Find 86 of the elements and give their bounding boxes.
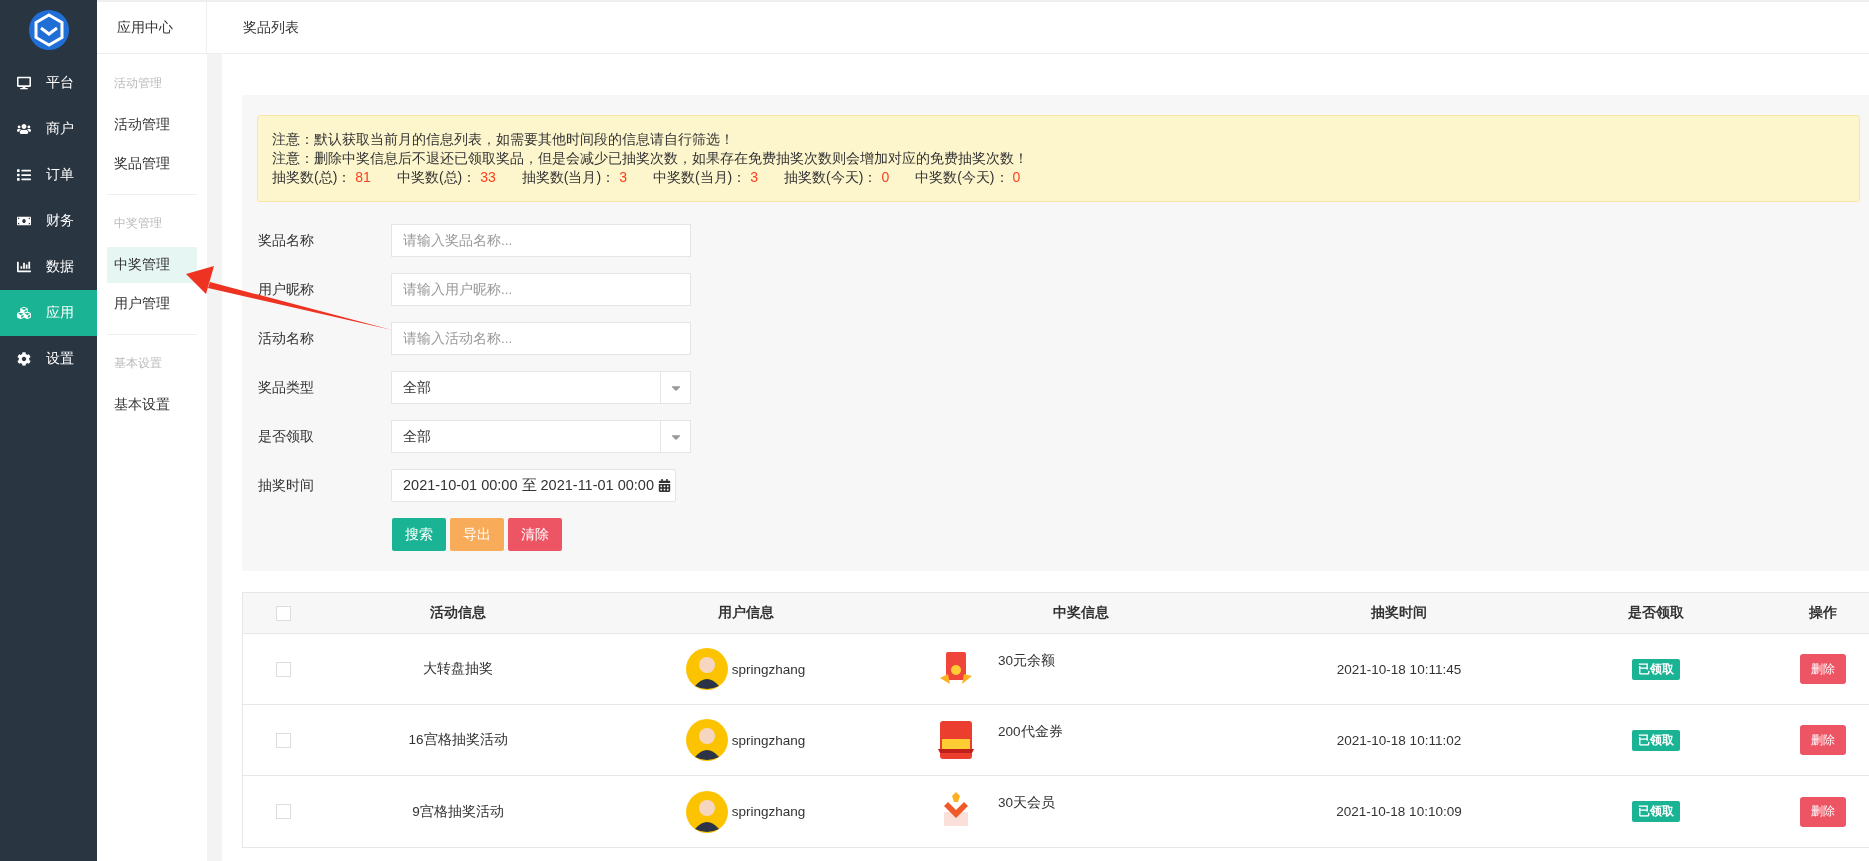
- checkbox[interactable]: [275, 661, 291, 677]
- notice-text: 注意：删除中奖信息后不退还已领取奖品，但是会减少已抽奖次数，如果存在免费抽奖次数则会增加对应的免费抽奖次数！: [272, 149, 1029, 168]
- stat-value: 3: [619, 168, 627, 187]
- avatar-icon: [685, 648, 728, 690]
- field-label: 用户昵称: [257, 280, 315, 299]
- table-cell: 2021-10-18 10:11:45: [1336, 661, 1462, 677]
- column-header: 是否领取: [1628, 604, 1684, 622]
- status-badge: 已领取: [1632, 658, 1680, 680]
- stat-value: 33: [480, 168, 496, 187]
- stat-label: 抽奖数(总)：: [272, 168, 352, 187]
- nav-item[interactable]: 活动管理: [107, 107, 197, 143]
- user-name: springzhang: [731, 804, 806, 819]
- monitor-icon: [16, 75, 32, 91]
- input-field[interactable]: 请输入用户昵称...: [391, 273, 691, 306]
- field-label: 奖品名称: [257, 231, 315, 250]
- sidebar-item-label: 平台: [46, 74, 74, 92]
- stat-label: 中奖数(总)：: [396, 168, 477, 187]
- column-header: 抽奖时间: [1371, 604, 1427, 622]
- nav-item[interactable]: 基本设置: [107, 387, 197, 423]
- select-field[interactable]: 全部: [391, 420, 691, 453]
- field-label: 奖品类型: [257, 378, 315, 397]
- input-field[interactable]: 请输入奖品名称...: [391, 224, 691, 257]
- stat-value: 3: [750, 168, 759, 187]
- prize-name: 30天会员: [998, 794, 1056, 812]
- sidebar-item-label: 设置: [46, 350, 74, 368]
- status-badge: 已领取: [1632, 729, 1680, 751]
- sidebar-item[interactable]: 商户: [0, 106, 97, 152]
- sidebar-item[interactable]: 订单: [0, 152, 97, 198]
- prize-name: 30元余额: [998, 652, 1056, 670]
- input-field[interactable]: 请输入活动名称...: [391, 322, 691, 355]
- table-cell: 2021-10-18 10:11:02: [1336, 732, 1462, 748]
- nav-group-title: 活动管理: [113, 74, 163, 92]
- list-icon: [16, 167, 32, 183]
- checkbox[interactable]: [275, 732, 291, 748]
- stat-label: 中奖数(当月)：: [652, 168, 747, 187]
- table-cell: 9宫格抽奖活动: [412, 802, 504, 821]
- calendar-icon: [657, 479, 671, 492]
- stat-value: 81: [355, 168, 371, 187]
- settings-icon: [16, 351, 32, 367]
- column-header: 操作: [1809, 604, 1837, 622]
- sidebar-item[interactable]: 数据: [0, 244, 97, 290]
- field-label: 活动名称: [257, 329, 315, 348]
- avatar-icon: [685, 719, 728, 761]
- cubes-icon: [16, 305, 32, 321]
- table-cell: 2021-10-18 10:10:09: [1336, 804, 1462, 819]
- nav-group-title: 基本设置: [113, 354, 163, 372]
- field-label: 抽奖时间: [257, 476, 315, 495]
- sidebar-item-label: 财务: [46, 212, 74, 230]
- nav-group-title: 中奖管理: [113, 214, 163, 232]
- date-range-field[interactable]: 2021-10-01 00:00 至 2021-11-01 00:00: [391, 469, 676, 502]
- users-icon: [16, 121, 32, 137]
- stat-label: 抽奖数(今天)：: [784, 168, 878, 187]
- section-title[interactable]: 应用中心: [97, 2, 207, 53]
- sidebar-item-label: 应用: [46, 304, 74, 322]
- bar-chart-icon: [16, 259, 32, 275]
- table-cell: 16宫格抽奖活动: [408, 731, 508, 749]
- sidebar-item[interactable]: 平台: [0, 60, 97, 106]
- sidebar-item-label: 数据: [46, 258, 74, 276]
- stat-value: 0: [1012, 168, 1021, 187]
- status-badge: 已领取: [1632, 801, 1680, 822]
- stat-value: 0: [881, 168, 890, 187]
- notice-text: 注意：默认获取当前月的信息列表，如需要其他时间段的信息请自行筛选！: [272, 130, 735, 149]
- sidebar-item-label: 订单: [46, 166, 74, 184]
- prize-name: 200代金券: [998, 723, 1063, 741]
- sidebar-item[interactable]: 设置: [0, 336, 97, 382]
- sidebar-item[interactable]: 财务: [0, 198, 97, 244]
- stat-label: 抽奖数(当月)：: [521, 168, 616, 187]
- user-name: springzhang: [731, 732, 806, 748]
- field-label: 是否领取: [257, 427, 315, 446]
- column-header: 中奖信息: [1052, 604, 1109, 622]
- table-cell: 大转盘抽奖: [423, 660, 493, 678]
- checkbox[interactable]: [275, 804, 291, 819]
- nav-item[interactable]: 中奖管理: [107, 247, 197, 283]
- nav-item[interactable]: 奖品管理: [107, 146, 197, 182]
- page-title[interactable]: 奖品列表: [207, 2, 299, 53]
- checkbox[interactable]: [275, 605, 291, 621]
- column-header: 用户信息: [717, 604, 774, 622]
- voucher-icon: [936, 719, 976, 761]
- nav-item[interactable]: 用户管理: [107, 286, 197, 322]
- select-field[interactable]: 全部: [391, 371, 691, 404]
- stat-label: 中奖数(今天)：: [915, 168, 1009, 187]
- avatar-icon: [685, 790, 728, 833]
- sidebar-item-label: 商户: [46, 120, 74, 138]
- column-header: 活动信息: [430, 604, 486, 622]
- logo-icon: [27, 9, 70, 51]
- user-name: springzhang: [731, 661, 806, 677]
